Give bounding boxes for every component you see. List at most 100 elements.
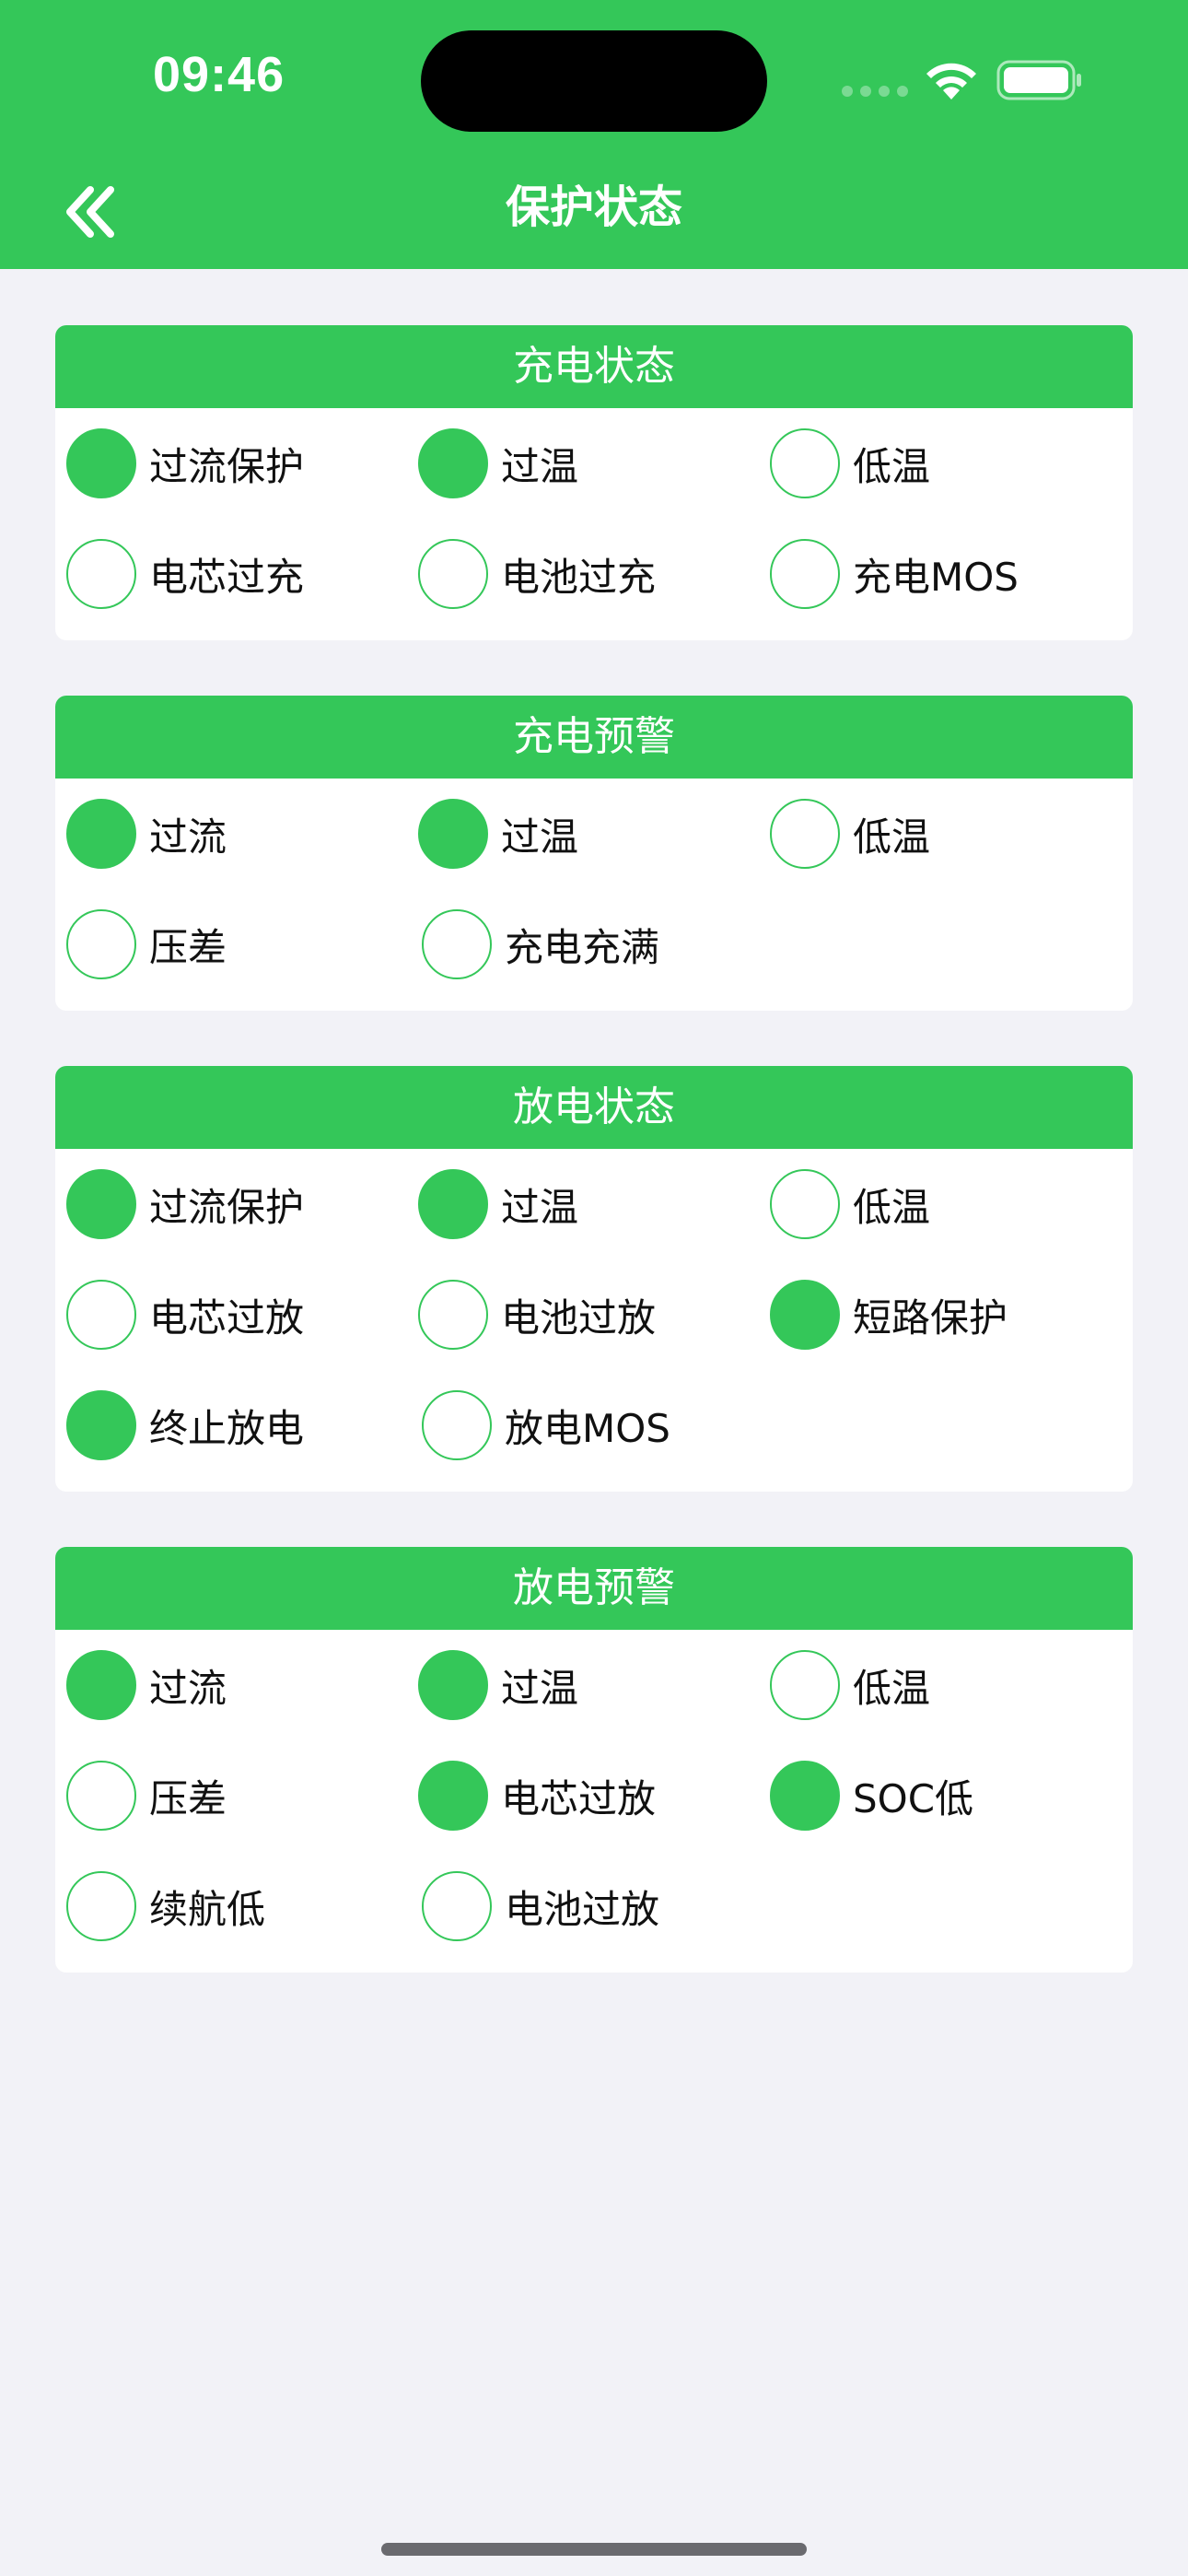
status-section-card: 充电状态过流保护 过温 低温电芯过充 电池过充 充电MOS xyxy=(55,325,1133,640)
home-indicator xyxy=(381,2543,807,2556)
status-indicator-item[interactable]: 放电MOS xyxy=(422,1390,777,1460)
status-indicator-item[interactable]: SOC低 xyxy=(770,1761,1122,1831)
status-indicator-item[interactable]: 压差 xyxy=(66,909,422,979)
status-section-card: 放电状态过流保护 过温 低温电芯过放 电池过放 短路保护终止放电 放电MOS xyxy=(55,1066,1133,1492)
status-indicator-item[interactable]: 过流 xyxy=(66,799,418,869)
dynamic-island xyxy=(421,30,767,132)
status-label: 过流保护 xyxy=(149,443,305,489)
section-title: 放电状态 xyxy=(55,1066,1133,1149)
status-indicator-off-icon xyxy=(66,1871,136,1941)
status-label: 低温 xyxy=(853,1665,931,1711)
status-row: 压差 充电充满 xyxy=(66,889,1122,1000)
status-indicator-item[interactable]: 短路保护 xyxy=(770,1280,1122,1350)
status-label: 电池过充 xyxy=(501,554,657,600)
status-label: 电芯过放 xyxy=(149,1294,305,1341)
status-section-card: 充电预警过流 过温 低温压差 充电充满 xyxy=(55,696,1133,1011)
status-indicator-off-icon xyxy=(770,1169,840,1239)
status-indicator-item[interactable]: 充电充满 xyxy=(422,909,777,979)
status-indicator-item[interactable]: 电池过放 xyxy=(422,1871,777,1941)
status-row: 过流保护 过温 低温 xyxy=(66,408,1122,519)
status-label: 低温 xyxy=(853,443,931,489)
status-label: 过温 xyxy=(501,1665,579,1711)
status-row: 续航低 电池过放 xyxy=(66,1851,1122,1961)
status-indicator-on-icon xyxy=(66,1169,136,1239)
status-indicator-item[interactable]: 低温 xyxy=(770,799,1122,869)
status-indicator-item[interactable]: 过温 xyxy=(418,428,770,498)
status-indicator-item[interactable]: 电池过放 xyxy=(418,1280,770,1350)
status-indicator-off-icon xyxy=(66,909,136,979)
status-label: 低温 xyxy=(853,1184,931,1230)
status-label: 终止放电 xyxy=(149,1405,305,1451)
status-indicator-item[interactable]: 过流保护 xyxy=(66,428,418,498)
battery-icon xyxy=(996,60,1081,100)
status-indicator-item[interactable]: 低温 xyxy=(770,428,1122,498)
status-indicator-item[interactable]: 电池过充 xyxy=(418,539,770,609)
status-indicator-item[interactable]: 过温 xyxy=(418,1650,770,1720)
status-indicator-item[interactable]: 过温 xyxy=(418,799,770,869)
status-indicator-on-icon xyxy=(66,799,136,869)
status-indicator-item[interactable]: 过流 xyxy=(66,1650,418,1720)
status-indicator-off-icon xyxy=(770,799,840,869)
section-title: 充电状态 xyxy=(55,325,1133,408)
section-title: 充电预警 xyxy=(55,696,1133,779)
status-indicator-off-icon xyxy=(418,539,488,609)
status-label: SOC低 xyxy=(853,1775,974,1821)
status-indicator-item[interactable]: 电芯过放 xyxy=(418,1761,770,1831)
status-time: 09:46 xyxy=(153,47,285,102)
status-indicator-off-icon xyxy=(418,1280,488,1350)
status-row: 电芯过放 电池过放 短路保护 xyxy=(66,1259,1122,1370)
status-label: 过温 xyxy=(501,1184,579,1230)
status-label: 电芯过放 xyxy=(501,1775,657,1821)
status-indicator-item[interactable]: 电芯过充 xyxy=(66,539,418,609)
status-label: 过温 xyxy=(501,814,579,860)
status-indicator-on-icon xyxy=(770,1280,840,1350)
status-label: 电芯过充 xyxy=(149,554,305,600)
status-indicator-item[interactable]: 电芯过放 xyxy=(66,1280,418,1350)
status-label: 压差 xyxy=(149,924,227,970)
status-indicator-item[interactable]: 过流保护 xyxy=(66,1169,418,1239)
status-indicator-on-icon xyxy=(418,1169,488,1239)
status-indicator-item[interactable]: 低温 xyxy=(770,1650,1122,1720)
status-indicator-item[interactable]: 过温 xyxy=(418,1169,770,1239)
wifi-icon xyxy=(926,63,976,100)
status-label: 过流 xyxy=(149,1665,227,1711)
status-indicator-on-icon xyxy=(66,428,136,498)
status-row: 电芯过充 电池过充 充电MOS xyxy=(66,519,1122,629)
status-indicator-item[interactable]: 终止放电 xyxy=(66,1390,422,1460)
status-indicator-item[interactable]: 低温 xyxy=(770,1169,1122,1239)
status-indicator-on-icon xyxy=(770,1761,840,1831)
section-body: 过流 过温 低温压差 电芯过放 SOC低续航低 电池过放 xyxy=(55,1630,1133,1973)
status-indicator-on-icon xyxy=(418,1650,488,1720)
status-row: 终止放电 放电MOS xyxy=(66,1370,1122,1481)
section-body: 过流保护 过温 低温电芯过放 电池过放 短路保护终止放电 放电MOS xyxy=(55,1149,1133,1492)
status-indicator-item[interactable]: 充电MOS xyxy=(770,539,1122,609)
status-row: 过流保护 过温 低温 xyxy=(66,1149,1122,1259)
status-indicator-off-icon xyxy=(422,1390,492,1460)
status-label: 短路保护 xyxy=(853,1294,1008,1341)
status-indicator-on-icon xyxy=(418,799,488,869)
protection-status-list: 充电状态 过流保护 过温 低温 电芯过充 电池过充 充电MOS 充电预警 过流 过温 低温 压差 充电充… xyxy=(55,325,1133,2028)
status-indicator-off-icon xyxy=(422,1871,492,1941)
status-label: 过温 xyxy=(501,443,579,489)
status-indicator-off-icon xyxy=(66,1761,136,1831)
status-label: 放电MOS xyxy=(505,1405,670,1451)
status-label: 电池过放 xyxy=(505,1886,660,1932)
status-label: 低温 xyxy=(853,814,931,860)
status-indicator-off-icon xyxy=(66,1280,136,1350)
status-section-card: 放电预警 过流 过温 低温 压差 电芯过放 SOC低 续航低 电池过放 xyxy=(55,1547,1133,1973)
status-indicator-off-icon xyxy=(422,909,492,979)
status-indicator-item[interactable]: 续航低 xyxy=(66,1871,422,1941)
status-indicator-item[interactable]: 压差 xyxy=(66,1761,418,1831)
nav-header: 09:46 保护状态 xyxy=(0,0,1188,269)
status-indicator-off-icon xyxy=(66,539,136,609)
page-title: 保护状态 xyxy=(505,181,682,233)
status-label: 压差 xyxy=(149,1775,227,1821)
status-label: 过流 xyxy=(149,814,227,860)
section-body: 过流保护 过温 低温电芯过充 电池过充 充电MOS xyxy=(55,408,1133,640)
status-row: 过流 过温 低温 xyxy=(66,1630,1122,1740)
status-indicator-on-icon xyxy=(66,1650,136,1720)
status-label: 充电充满 xyxy=(505,924,660,970)
cellular-signal-icon xyxy=(842,86,908,97)
status-row: 过流 过温 低温 xyxy=(66,779,1122,889)
status-label: 续航低 xyxy=(149,1886,266,1932)
